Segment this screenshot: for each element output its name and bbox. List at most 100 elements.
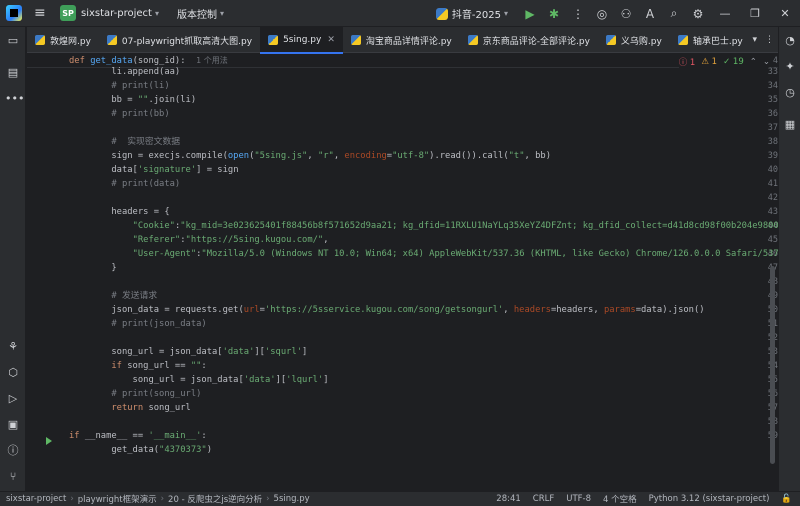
terminal-icon[interactable]: ▣ [5,417,21,433]
python-packages-icon[interactable]: ⚘ [5,339,21,355]
code-line: return song_url [111,403,191,413]
tab-label: 敦煌网.py [50,36,91,47]
ai-assistant-icon[interactable]: ◎ [591,3,613,25]
pycharm-logo-icon [6,5,22,21]
code-line: song_url = json_data['data']['lqurl'] [69,375,329,385]
restore-icon[interactable]: ❐ [740,7,770,20]
line-number: 38 [767,137,778,147]
code-line: json_data = requests.get(url='https://5s… [69,305,705,315]
line-number: 39 [767,151,778,161]
database-icon[interactable]: ▦ [782,117,798,133]
indent-setting[interactable]: 4 个空格 [603,493,637,505]
search-icon[interactable]: ⌕ [663,3,685,25]
breadcrumb-file[interactable]: 5sing.py [274,494,310,504]
line-number: 43 [767,207,778,217]
add-user-icon[interactable]: ⚇ [615,3,637,25]
usage-hint[interactable]: 1 个用法 [196,56,228,65]
code-line: # 发送请求 [111,291,158,301]
breadcrumb-separator-icon: › [70,494,74,504]
line-ending[interactable]: CRLF [533,494,554,504]
tab-yiwugou[interactable]: 义乌购.py [598,27,670,53]
tab-jd[interactable]: 京东商品评论-全部评论.py [460,27,598,53]
code-line: "Cookie":"kg_mid=3e023625401f88456b8f571… [132,221,778,231]
run-configuration-label: 抖音-2025 [451,10,501,21]
python-file-icon [467,35,478,45]
code-line: get_data("4370373") [69,445,213,455]
code-line: # print(bb) [111,109,170,119]
python-file-icon [35,35,45,45]
code-line: bb = "".join(li) [69,95,197,105]
tab-playwright[interactable]: 07-playwright抓取高清大图.py [99,27,260,53]
breadcrumb: sixstar-project › playwright框架演示 › 20 - 反爬… [6,493,314,505]
breadcrumb-subfolder[interactable]: 20 - 反爬虫之js逆向分析 [168,493,262,505]
lock-icon[interactable]: 🔓 [781,494,792,504]
minimize-icon[interactable]: — [710,7,740,20]
warning-count: ⚠ 1 [701,57,718,67]
error-count: ⓘ 1 [678,58,696,68]
run-icon[interactable]: ▶ [519,3,541,25]
code-line: # print(data) [111,179,181,189]
copilot-icon[interactable]: ◷ [782,85,798,101]
tabs-dropdown-icon[interactable]: ▾ [752,35,757,45]
code-line: # print(li) [111,81,170,91]
code-line: # 实现密文数据 [111,137,181,147]
settings-gear-icon[interactable]: ⚙ [687,3,709,25]
more-options-icon[interactable]: ⋮ [765,35,774,45]
python-file-icon [106,35,117,45]
breadcrumb-folder[interactable]: playwright框架演示 [78,493,157,505]
code-line: sign = execjs.compile(open("5sing.js", "… [69,151,551,161]
line-number: 33 [767,67,778,77]
tab-zhoucheng[interactable]: 轴承巴士.py [670,27,751,53]
tab-label: 轴承巴士.py [692,36,743,47]
run-tool-icon[interactable]: ▷ [5,391,21,407]
more-actions-icon[interactable]: ⋮ [567,3,589,25]
code-line: "User-Agent":"Mozilla/5.0 (Windows NT 10… [132,249,778,259]
project-folder-icon[interactable]: ▭ [5,33,21,49]
tab-taobao[interactable]: 淘宝商品详情评论.py [343,27,460,53]
close-icon[interactable]: ✕ [770,7,800,20]
left-tool-strip: ▭ ▤ ••• ⚘ ⬡ ▷ ▣ ⓘ ⑂ [0,27,26,491]
code-line: # print(json_data) [111,319,207,329]
tab-label: 07-playwright抓取高清大图.py [121,36,253,47]
services-icon[interactable]: ⬡ [5,365,21,381]
tab-5sing[interactable]: 5sing.py ✕ [260,27,343,54]
code-line: song_url = json_data['data']['squrl'] [69,347,308,357]
problems-icon[interactable]: ⓘ [5,443,21,459]
more-tools-icon[interactable]: ••• [5,91,24,107]
tab-label: 淘宝商品详情评论.py [365,36,452,47]
file-encoding[interactable]: UTF-8 [566,494,591,504]
tab-label: 5sing.py [283,35,322,45]
breadcrumb-project[interactable]: sixstar-project [6,494,66,504]
vcs-menu[interactable]: 版本控制 [177,6,217,21]
breadcrumb-separator-icon: › [160,494,165,504]
ai-chat-icon[interactable]: ✦ [782,59,798,75]
notifications-bell-icon[interactable]: ◔ [782,33,798,49]
python-interpreter[interactable]: Python 3.12 (sixstar-project) [649,494,770,504]
line-number-gutter [27,54,69,491]
project-badge[interactable]: SP [60,5,76,21]
python-file-icon [677,35,688,45]
debug-icon[interactable]: ✱ [543,3,565,25]
line-number: 34 [767,81,778,91]
structure-icon[interactable]: ▤ [5,65,21,81]
code-editor[interactable]: 4 def get_data(song_id): 1 个用法 ⓘ 1 ⚠ 1 ✓… [27,54,778,491]
caret-position[interactable]: 28:41 [496,494,521,504]
tab-dunhuang[interactable]: 敦煌网.py [27,27,99,53]
chevron-down-icon[interactable]: ▾ [220,9,224,18]
breadcrumb-separator-icon: › [266,494,270,504]
main-menu-icon[interactable]: ≡ [34,6,48,20]
run-configuration-selector[interactable]: 抖音-2025 ▾ [435,6,508,21]
vertical-scrollbar[interactable] [770,266,775,464]
chevron-down-icon[interactable]: ▾ [155,9,159,18]
translate-icon[interactable]: A [639,3,661,25]
python-file-icon [268,35,279,45]
tab-label: 义乌购.py [620,36,662,47]
right-tool-strip: ◔ ✦ ◷ ▦ [778,27,800,491]
close-tab-icon[interactable]: ✕ [327,35,335,45]
run-main-icon[interactable] [46,437,52,445]
code-line: li.append(aa) [69,67,181,77]
project-name[interactable]: sixstar-project [81,8,152,19]
code-line: if song_url == "": [111,361,207,371]
code-line: # print(song_url) [111,389,202,399]
git-icon[interactable]: ⑂ [5,469,21,485]
